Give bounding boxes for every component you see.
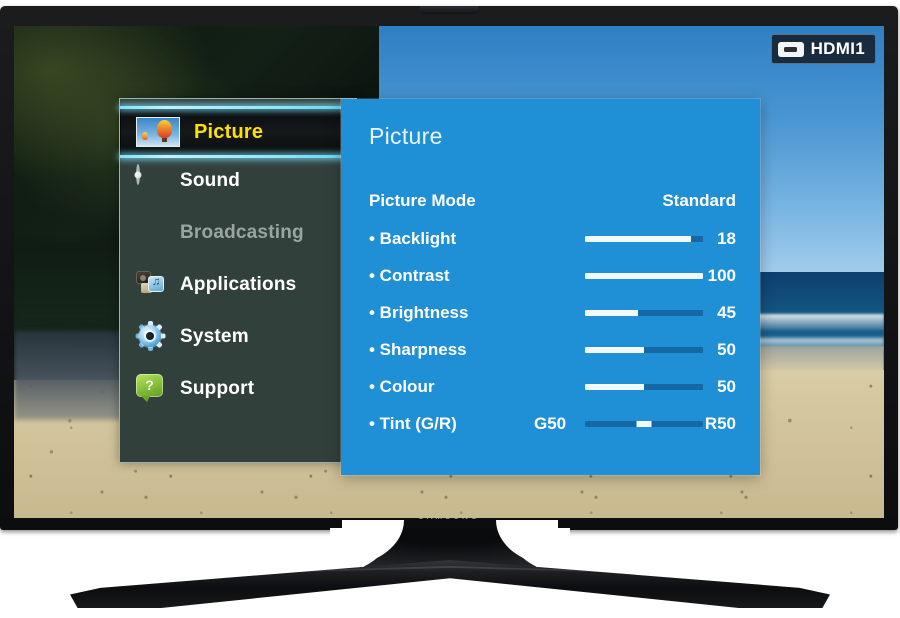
tint-green-label: G50 bbox=[534, 414, 567, 433]
setting-value: 18 bbox=[717, 229, 736, 248]
colour-slider[interactable] bbox=[585, 384, 703, 390]
sidebar-item-broadcasting[interactable]: Broadcasting bbox=[120, 207, 356, 259]
balloon-photo-icon bbox=[136, 117, 180, 147]
sidebar-item-support[interactable]: ? Support bbox=[120, 363, 356, 415]
bezel-top-tab bbox=[420, 6, 478, 14]
setting-row-brightness[interactable]: • Brightness 45 bbox=[369, 299, 736, 327]
sidebar-item-label: Sound bbox=[180, 170, 241, 191]
sidebar-item-sound[interactable]: Sound bbox=[120, 155, 356, 207]
sidebar-item-picture[interactable]: Picture bbox=[120, 106, 378, 158]
sidebar-item-label: Broadcasting bbox=[180, 222, 304, 243]
tv-bezel: SAMSUNG HDMI1 bbox=[0, 6, 898, 530]
setting-label: • Sharpness bbox=[369, 340, 467, 359]
setting-value: 45 bbox=[717, 303, 736, 322]
setting-label: Picture Mode bbox=[369, 191, 476, 210]
contrast-slider[interactable] bbox=[585, 273, 703, 279]
brightness-slider[interactable] bbox=[585, 310, 703, 316]
help-bubble-icon: ? bbox=[136, 374, 166, 404]
setting-label: • Colour bbox=[369, 377, 435, 396]
input-source-label: HDMI1 bbox=[810, 39, 865, 58]
sidebar-item-label: System bbox=[180, 326, 249, 347]
input-source-badge: HDMI1 bbox=[770, 34, 876, 64]
settings-sidebar: Picture Sound Broadcasting Applications bbox=[119, 98, 378, 463]
setting-label: • Backlight bbox=[369, 229, 457, 248]
selection-glow-top bbox=[120, 106, 378, 109]
satellite-dish-icon bbox=[136, 218, 166, 248]
setting-row-colour[interactable]: • Colour 50 bbox=[369, 373, 736, 401]
samsung-tv: SAMSUNG HDMI1 bbox=[0, 0, 900, 618]
panel-title: Picture bbox=[369, 123, 443, 149]
sidebar-item-system[interactable]: System bbox=[120, 311, 356, 363]
setting-label: • Brightness bbox=[369, 303, 469, 322]
setting-row-tint[interactable]: • Tint (G/R) G50 R50 bbox=[369, 410, 736, 438]
setting-value: Standard bbox=[662, 191, 736, 210]
applications-icon bbox=[136, 270, 166, 300]
setting-row-contrast[interactable]: • Contrast 100 bbox=[369, 262, 736, 290]
sharpness-slider[interactable] bbox=[585, 347, 703, 353]
setting-value: 100 bbox=[707, 266, 736, 285]
tv-screen: HDMI1 Picture Sound Broadcasting ♫ Appli… bbox=[14, 26, 884, 518]
backlight-slider[interactable] bbox=[585, 236, 703, 242]
tint-slider[interactable] bbox=[585, 421, 703, 427]
setting-value: 50 bbox=[717, 340, 736, 359]
setting-row-backlight[interactable]: • Backlight 18 bbox=[369, 225, 736, 253]
setting-row-picture-mode[interactable]: Picture Mode Standard bbox=[369, 187, 736, 215]
setting-label: • Tint (G/R) bbox=[369, 414, 457, 433]
setting-row-sharpness[interactable]: • Sharpness 50 bbox=[369, 336, 736, 364]
speaker-icon bbox=[136, 164, 166, 196]
tint-red-label: R50 bbox=[704, 414, 736, 433]
setting-value: 50 bbox=[717, 377, 736, 396]
gear-icon bbox=[135, 321, 166, 352]
sidebar-item-applications[interactable]: Applications bbox=[120, 259, 356, 311]
sidebar-item-label: Support bbox=[180, 378, 255, 399]
hdmi-port-icon bbox=[777, 41, 804, 57]
picture-settings-panel: Picture Picture Mode Standard • Backligh… bbox=[341, 99, 760, 475]
selection-glow-bottom bbox=[120, 155, 378, 158]
sidebar-item-label: Picture bbox=[194, 120, 264, 143]
sidebar-item-label: Applications bbox=[180, 274, 297, 295]
setting-label: • Contrast bbox=[369, 266, 450, 285]
